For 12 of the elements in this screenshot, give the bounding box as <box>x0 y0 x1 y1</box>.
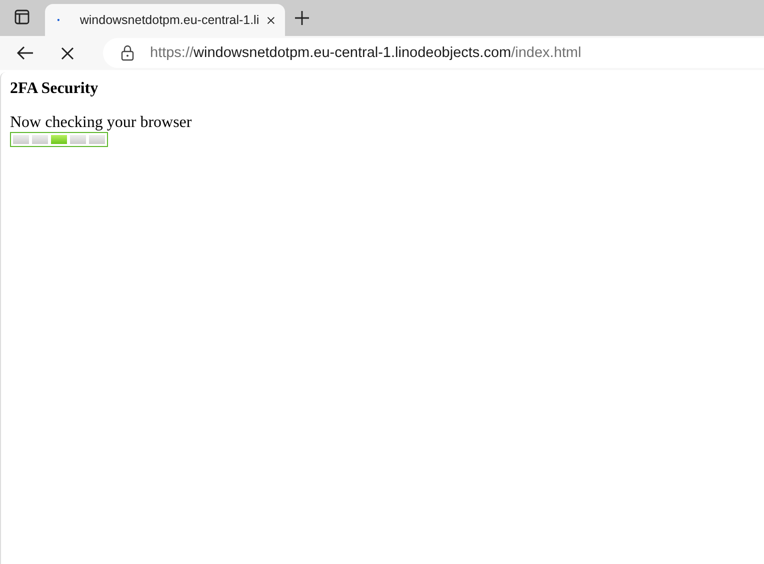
tab-title: windowsnetdotpm.eu-central-1.li <box>80 13 260 27</box>
back-arrow-icon[interactable] <box>16 45 34 61</box>
address-field[interactable]: https://windowsnetdotpm.eu-central-1.linodeobjects.com/index.html <box>103 38 764 68</box>
close-icon[interactable] <box>267 14 275 26</box>
page-heading: 2FA Security <box>10 80 98 98</box>
lock-icon[interactable] <box>121 45 134 61</box>
new-tab-icon[interactable] <box>294 10 310 26</box>
close-icon[interactable] <box>61 46 74 60</box>
url-text: https://windowsnetdotpm.eu-central-1.linodeobjects.com/index.html <box>150 45 582 61</box>
status-message: Now checking your browser <box>10 114 192 132</box>
tab-actions-icon[interactable] <box>14 9 30 25</box>
browser-tab[interactable]: windowsnetdotpm.eu-central-1.li <box>45 4 285 36</box>
